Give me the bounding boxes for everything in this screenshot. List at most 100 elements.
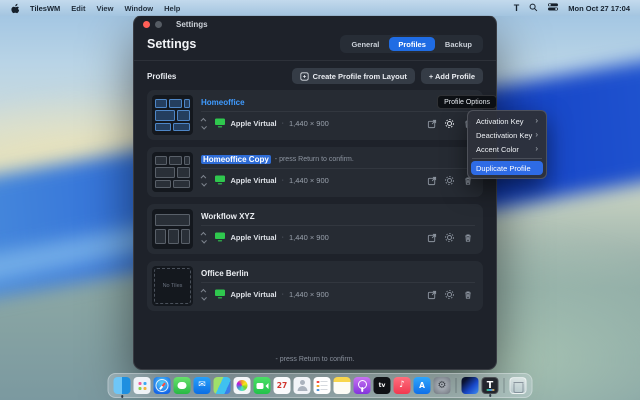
dock-preview-app-icon[interactable] [462, 377, 479, 394]
settings-tab-bar: GeneralProfilesBackup [340, 35, 483, 53]
tile [155, 156, 167, 165]
chevron-down-icon[interactable] [201, 124, 206, 129]
profile-name[interactable]: Workflow XYZ [201, 212, 255, 221]
menubar-item-view[interactable]: View [96, 4, 113, 13]
chevron-up-icon[interactable] [201, 118, 206, 123]
dock: ✉ 27 tv♪A⚙ T [108, 373, 533, 398]
display-icon [214, 229, 226, 247]
dock-music-icon[interactable]: ♪ [394, 377, 411, 394]
tile [184, 156, 190, 165]
profile-options-button[interactable] [444, 175, 455, 186]
tile [169, 156, 182, 165]
chevron-up-icon[interactable] [201, 175, 206, 180]
separator-dot: · [282, 234, 284, 241]
minimize-button[interactable] [155, 21, 162, 28]
display-name: Apple Virtual [231, 233, 277, 242]
chevron-up-icon[interactable] [201, 289, 206, 294]
menubar-item-tileswm[interactable]: TilesWM [30, 4, 60, 13]
delete-profile-button[interactable] [462, 232, 473, 243]
tile [177, 110, 190, 121]
dock-maps-icon[interactable] [214, 377, 231, 394]
dock-contacts-icon[interactable] [294, 377, 311, 394]
no-tiles-label: No Tiles [152, 266, 193, 306]
menu-item-deactivation-key[interactable]: Deactivation Key› [471, 128, 543, 142]
display-name: Apple Virtual [231, 119, 277, 128]
profile-options-button[interactable] [444, 232, 455, 243]
chevron-down-icon[interactable] [201, 238, 206, 243]
separator-dot: · [282, 291, 284, 298]
tile [184, 99, 190, 108]
menu-item-duplicate-profile[interactable]: Duplicate Profile [471, 161, 543, 175]
profile-options-button[interactable] [444, 289, 455, 300]
display-resolution: 1,440 × 900 [289, 290, 329, 299]
dock-photos-icon[interactable] [234, 377, 251, 394]
edit-layout-button[interactable] [426, 289, 437, 300]
tile [181, 229, 190, 244]
reorder-chevrons[interactable] [202, 119, 206, 129]
chevron-up-icon[interactable] [201, 232, 206, 237]
tileswm-status-icon[interactable]: T [514, 3, 520, 13]
dock-trash-icon[interactable] [510, 377, 527, 394]
tab-backup[interactable]: Backup [436, 37, 481, 51]
profile-card: Homeoffice Copy - press Return to confir… [147, 147, 483, 197]
tile [155, 110, 175, 121]
spotlight-icon[interactable] [529, 3, 538, 14]
profile-name[interactable]: Homeoffice [201, 98, 245, 107]
tab-general[interactable]: General [342, 37, 388, 51]
profile-options-context-menu: Activation Key›Deactivation Key›Accent C… [467, 110, 547, 179]
menu-item-activation-key[interactable]: Activation Key› [471, 114, 543, 128]
footer-hint: - press Return to confirm. [134, 356, 496, 363]
profile-name[interactable]: Homeoffice Copy [201, 155, 271, 164]
dock-mail-icon[interactable]: ✉ [194, 377, 211, 394]
reorder-chevrons[interactable] [202, 176, 206, 186]
edit-layout-button[interactable] [426, 175, 437, 186]
reorder-chevrons[interactable] [202, 233, 206, 243]
dock-notes-icon[interactable] [334, 377, 351, 394]
profile-name[interactable]: Office Berlin [201, 269, 249, 278]
menu-bar-clock[interactable]: Mon Oct 27 17:04 [568, 4, 630, 13]
chevron-down-icon[interactable] [201, 295, 206, 300]
dock-facetime-icon[interactable] [254, 377, 271, 394]
dock-messages-icon[interactable] [174, 377, 191, 394]
profile-card: Workflow XYZ Apple Virtual · [147, 204, 483, 254]
create-profile-from-layout-button[interactable]: Create Profile from Layout [292, 68, 415, 84]
window-titlebar[interactable]: Settings [134, 16, 496, 32]
menubar-item-help[interactable]: Help [164, 4, 180, 13]
reorder-chevrons[interactable] [202, 290, 206, 300]
dock-tileswm-icon[interactable]: T [482, 377, 499, 394]
edit-layout-button[interactable] [426, 118, 437, 129]
chevron-down-icon[interactable] [201, 181, 206, 186]
profiles-list: Homeoffice Active Apple Virtual [134, 90, 496, 311]
tab-profiles[interactable]: Profiles [389, 37, 435, 51]
menubar-item-window[interactable]: Window [124, 4, 153, 13]
menubar-item-edit[interactable]: Edit [71, 4, 85, 13]
display-icon [214, 172, 226, 190]
delete-profile-button[interactable] [462, 289, 473, 300]
profile-options-button[interactable] [444, 118, 455, 129]
tile [168, 229, 179, 244]
control-center-icon[interactable] [548, 3, 558, 13]
profile-thumbnail [152, 95, 193, 135]
submenu-arrow-icon: › [535, 117, 538, 125]
dock-tv-icon[interactable]: tv [374, 377, 391, 394]
dock-launchpad-icon[interactable] [134, 377, 151, 394]
titlebar-title: Settings [176, 20, 208, 29]
dock-finder-icon[interactable] [114, 377, 131, 394]
close-button[interactable] [143, 21, 150, 28]
profile-options-tooltip: Profile Options [437, 95, 497, 109]
menu-bar: TilesWM Edit View Window Help T Mon Oct 27 1… [0, 0, 640, 16]
dock-app-store-icon[interactable]: A [414, 377, 431, 394]
dock-calendar-icon[interactable]: 27 [274, 377, 291, 394]
edit-layout-button[interactable] [426, 232, 437, 243]
tile [155, 167, 175, 178]
add-profile-button[interactable]: + Add Profile [421, 68, 483, 84]
dock-reminders-icon[interactable] [314, 377, 331, 394]
apple-menu-icon[interactable] [10, 3, 19, 14]
rename-hint: - press Return to confirm. [275, 156, 354, 163]
display-icon [214, 115, 226, 133]
dock-settings-icon[interactable]: ⚙ [434, 377, 451, 394]
tile [155, 229, 166, 244]
dock-podcasts-icon[interactable] [354, 377, 371, 394]
dock-safari-icon[interactable] [154, 377, 171, 394]
menu-item-accent-color[interactable]: Accent Color› [471, 142, 543, 156]
